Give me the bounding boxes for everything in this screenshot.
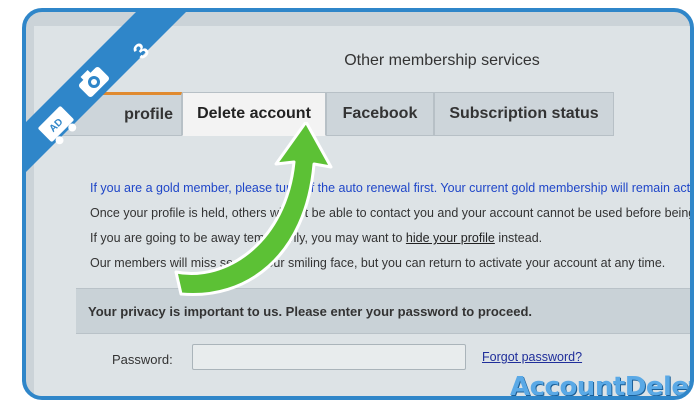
- tab-delete-account[interactable]: Delete account: [182, 92, 326, 136]
- section-title: Other membership services: [344, 52, 540, 69]
- tab-facebook[interactable]: Facebook: [326, 92, 434, 136]
- profile-held-notice: Once your profile is held, others will n…: [90, 206, 694, 220]
- tab-subscription-status[interactable]: Subscription status: [434, 92, 614, 136]
- password-label: Password:: [112, 352, 173, 367]
- privacy-message-bar: Your privacy is important to us. Please …: [76, 288, 690, 334]
- top-strip: [42, 30, 102, 40]
- away-text-before: If you are going to be away temporarily,…: [90, 231, 406, 245]
- return-notice: Our members will miss seeing your smilin…: [90, 256, 666, 270]
- gold-member-notice: If you are a gold member, please turn of…: [90, 181, 694, 195]
- password-input[interactable]: [192, 344, 466, 370]
- away-text-after: instead.: [494, 231, 543, 245]
- tab-bar: profile Delete account Facebook Subscrip…: [62, 92, 614, 136]
- forgot-password-link[interactable]: Forgot password?: [482, 350, 582, 364]
- away-notice: If you are going to be away temporarily,…: [90, 226, 690, 251]
- membership-page: Other membership services profile Delete…: [34, 26, 690, 396]
- hide-profile-link[interactable]: hide your profile: [406, 231, 495, 245]
- tab-profile[interactable]: profile: [62, 92, 182, 136]
- info-block: If you are a gold member, please turn of…: [90, 176, 694, 276]
- screenshot-frame: Other membership services profile Delete…: [22, 8, 694, 400]
- brand-watermark: AccountDeleters: [510, 372, 690, 400]
- privacy-message: Your privacy is important to us. Please …: [88, 303, 533, 319]
